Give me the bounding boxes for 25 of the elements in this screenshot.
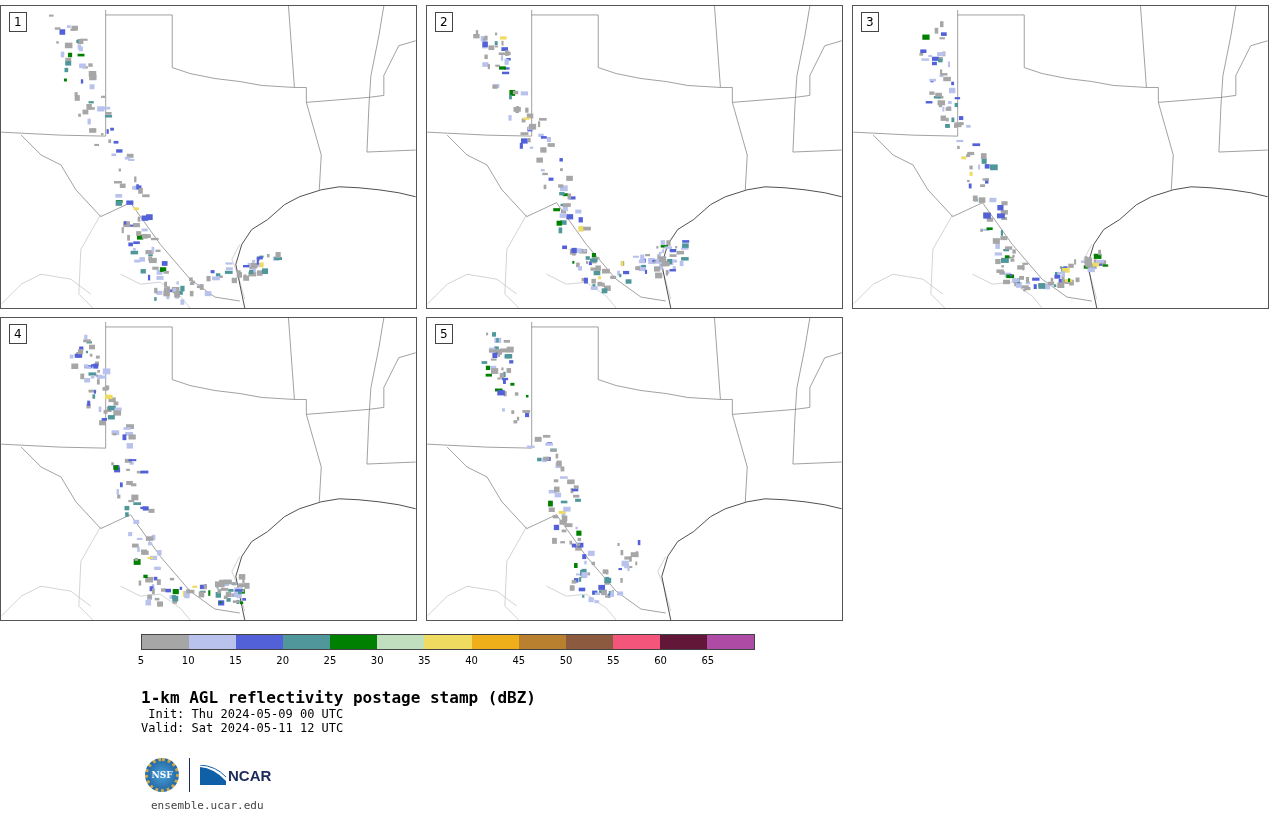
ncar-logo: NCAR: [228, 766, 272, 784]
panel-number: 4: [9, 324, 27, 344]
tick-label: 5: [137, 655, 145, 666]
chart-title: 1-km AGL reflectivity postage stamp (dBZ): [141, 688, 537, 707]
init-time: Init: Thu 2024-05-09 00 UTC: [147, 707, 345, 721]
website-url: ensemble.ucar.edu: [151, 799, 265, 812]
tick-label: 45: [512, 655, 526, 666]
nsf-logo: NSF: [145, 758, 179, 792]
panel-number: 1: [9, 12, 27, 32]
tick-label: 15: [229, 655, 242, 666]
tick-label: 35: [418, 655, 431, 666]
valid-time: Valid: Sat 2024-05-11 12 UTC: [141, 721, 345, 735]
panel-number: 5: [435, 324, 453, 344]
tick-label: 40: [465, 655, 478, 666]
tick-label: 65: [701, 655, 715, 666]
panel-number: 3: [861, 12, 879, 32]
swoosh-icon: [200, 765, 226, 785]
tick-label: 30: [370, 655, 384, 666]
tick-label: 50: [559, 655, 573, 666]
tick-label: 60: [654, 655, 667, 666]
panel-number: 2: [435, 12, 453, 32]
tick-label: 25: [323, 655, 337, 666]
tick-label: 55: [606, 655, 620, 666]
tick-label: 20: [276, 655, 290, 666]
tick-label: 10: [181, 655, 195, 666]
